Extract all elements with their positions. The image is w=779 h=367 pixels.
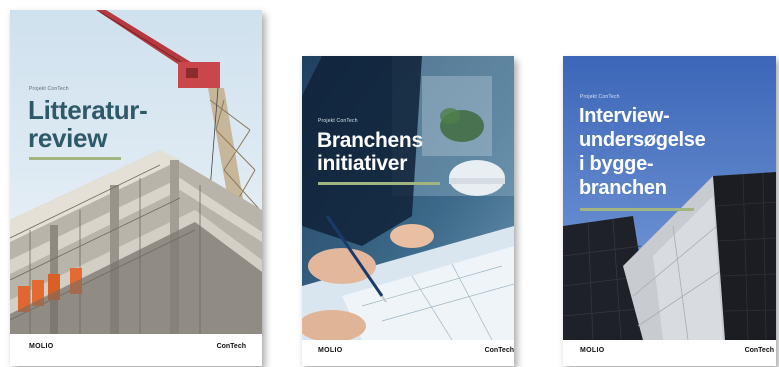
cover-eyebrow: Projekt ConTech [318, 118, 358, 124]
cover-footer: MOLIO ConTech [10, 334, 262, 366]
report-cover-branchens-initiativer[interactable]: Projekt ConTech Branchens initiativer MO… [302, 56, 514, 366]
molio-logo: MOLIO [318, 347, 343, 354]
title-underline [318, 182, 440, 185]
molio-logo: MOLIO [29, 343, 54, 350]
contech-logo: ConTech [744, 347, 774, 354]
cover-eyebrow: Projekt ConTech [580, 94, 620, 100]
title-underline [580, 208, 694, 211]
title-underline [29, 157, 121, 160]
architect-drawing-photo [302, 56, 514, 340]
cover-footer: MOLIO ConTech [563, 340, 776, 366]
contech-logo: ConTech [216, 343, 246, 350]
cover-title: Interview- undersøgelse i bygge- branche… [579, 105, 706, 199]
cover-title: Branchens initiativer [317, 129, 423, 175]
cover-title: Litteratur- review [28, 95, 148, 153]
report-cover-interviewundersoegelse[interactable]: Projekt ConTech Interview- undersøgelse … [563, 56, 776, 366]
cover-footer: MOLIO ConTech [302, 340, 514, 366]
construction-site-photo [10, 10, 262, 334]
cover-eyebrow: Projekt ConTech [29, 86, 69, 92]
molio-logo: MOLIO [580, 347, 605, 354]
report-cover-litteraturreview[interactable]: Projekt ConTech Litteratur- review MOLIO… [10, 10, 262, 366]
contech-logo: ConTech [484, 347, 514, 354]
